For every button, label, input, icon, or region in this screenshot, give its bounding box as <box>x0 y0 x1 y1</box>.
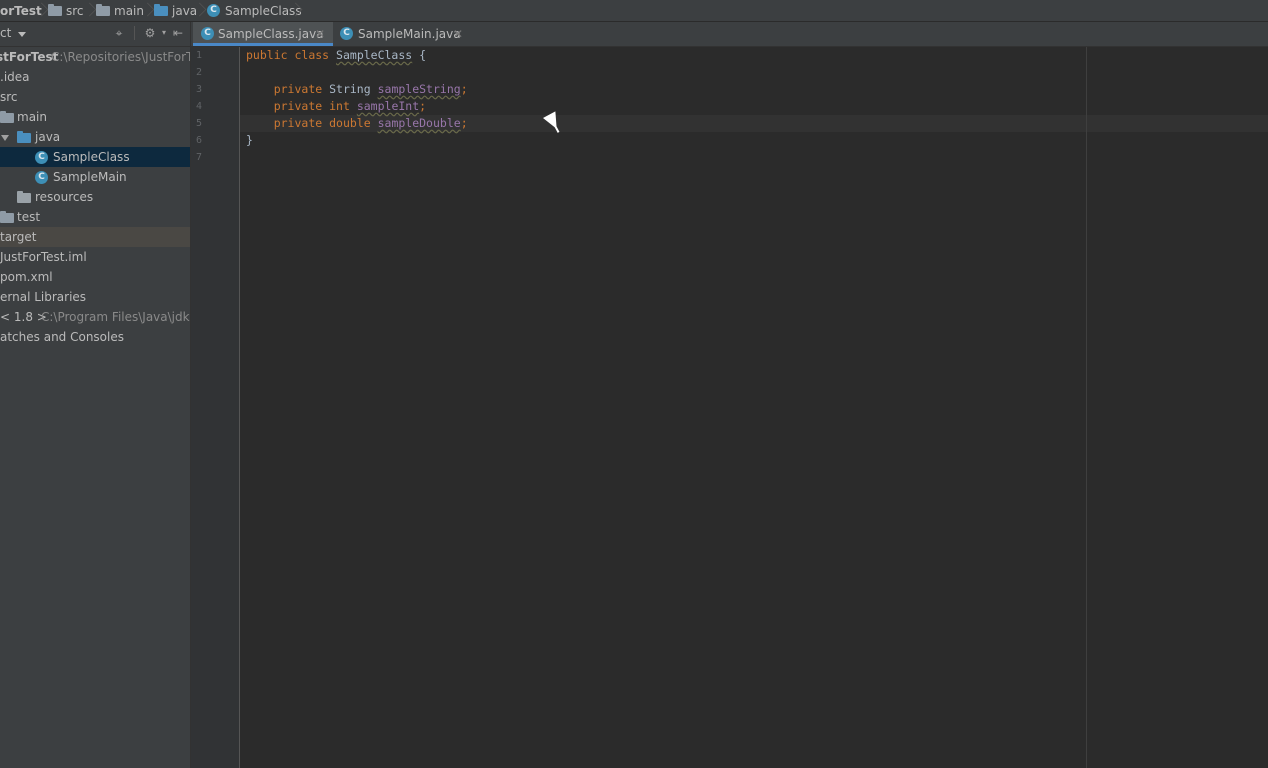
source-folder-icon <box>154 4 168 16</box>
tree-item-external-libraries[interactable]: ernal Libraries <box>0 287 190 307</box>
type-name: int <box>329 99 350 113</box>
tree-item-label: SampleClass <box>53 150 130 164</box>
line-number: 6 <box>196 135 203 146</box>
editor-tabs: C SampleClass.java ✕ C SampleMain.java ✕ <box>191 22 1268 47</box>
tree-item-label: pom.xml <box>0 270 53 284</box>
tab-label: SampleMain.java <box>358 27 461 41</box>
tree-item-scratches[interactable]: atches and Consoles <box>0 327 190 347</box>
breadcrumb-separator-icon <box>196 0 204 21</box>
tree-item-target[interactable]: target <box>0 227 190 247</box>
folder-icon <box>0 211 14 223</box>
folder-icon <box>96 4 110 16</box>
expand-arrow-icon[interactable] <box>1 135 9 141</box>
tree-item-iml[interactable]: JustForTest.iml <box>0 247 190 267</box>
toolbar-divider <box>134 26 135 40</box>
tree-item-samplemain[interactable]: C SampleMain <box>0 167 190 187</box>
keyword: private <box>273 116 323 130</box>
tree-item-project-root[interactable]: stForTest C:\Repositories\JustForTes <box>0 47 190 67</box>
class-icon: C <box>201 27 214 40</box>
tree-item-path: C:\Program Files\Java\jdk1.8 <box>41 310 190 324</box>
project-view-selector[interactable]: ct <box>0 26 11 40</box>
line-number: 1 <box>196 50 203 61</box>
right-margin-guide <box>1086 47 1087 768</box>
tree-item-src[interactable]: src <box>0 87 190 107</box>
tree-item-label: src <box>0 90 18 104</box>
semicolon: ; <box>460 82 468 96</box>
class-icon: C <box>35 151 48 164</box>
field-name: sampleDouble <box>377 116 461 130</box>
tree-item-jdk[interactable]: < 1.8 > C:\Program Files\Java\jdk1.8 <box>0 307 190 327</box>
field-name: sampleInt <box>356 99 420 113</box>
folder-icon <box>0 111 14 123</box>
tree-item-idea[interactable]: .idea <box>0 67 190 87</box>
line-number: 3 <box>196 84 203 95</box>
tree-item-label: atches and Consoles <box>0 330 124 344</box>
keyword: public <box>246 48 288 62</box>
semicolon: ; <box>419 99 427 113</box>
line-number: 4 <box>196 101 203 112</box>
breadcrumb-separator-icon <box>86 0 94 21</box>
breadcrumb-separator-icon <box>292 0 300 21</box>
tree-item-path: C:\Repositories\JustForTes <box>51 50 191 64</box>
tree-item-main[interactable]: main <box>0 107 190 127</box>
tree-item-label: main <box>17 110 47 124</box>
code-line-6[interactable]: } <box>246 132 253 149</box>
breadcrumb-main[interactable]: main <box>114 3 144 19</box>
tab-sampleclass[interactable]: C SampleClass.java ✕ <box>193 22 333 46</box>
class-icon: C <box>35 171 48 184</box>
code-line-4[interactable]: private int sampleInt; <box>246 98 426 115</box>
brace: { <box>419 48 427 62</box>
folder-icon <box>48 4 62 16</box>
source-folder-icon <box>17 131 31 143</box>
scroll-from-source-icon[interactable]: ⌖ <box>111 25 127 41</box>
breadcrumb-separator-icon <box>38 0 46 21</box>
tree-item-java[interactable]: java <box>0 127 190 147</box>
breadcrumb: orTest src main java C SampleClass <box>0 0 1268 22</box>
project-panel: ct ⌖ ⚙ ▾ ⇤ stForTest C:\Repositories\Jus… <box>0 22 191 768</box>
breadcrumb-src[interactable]: src <box>66 3 84 19</box>
tree-item-label: < 1.8 > <box>0 310 47 324</box>
tree-item-sampleclass[interactable]: C SampleClass <box>0 147 190 167</box>
tree-item-label: JustForTest.iml <box>0 250 87 264</box>
line-number: 2 <box>196 67 203 78</box>
keyword: private <box>273 82 323 96</box>
tab-samplemain[interactable]: C SampleMain.java ✕ <box>334 22 469 46</box>
class-icon: C <box>207 4 220 17</box>
code-line-5[interactable]: private double sampleDouble; <box>246 115 468 132</box>
code-editor[interactable]: 1 2 3 4 5 6 7 public class SampleClass {… <box>191 47 1268 768</box>
resources-folder-icon <box>17 191 31 203</box>
chevron-down-icon[interactable] <box>18 32 26 37</box>
breadcrumb-separator-icon <box>144 0 152 21</box>
class-icon: C <box>340 27 353 40</box>
tree-item-test[interactable]: test <box>0 207 190 227</box>
line-number: 7 <box>196 152 203 163</box>
keyword: class <box>294 48 330 62</box>
tab-label: SampleClass.java <box>218 27 324 41</box>
type-name: String <box>329 82 371 96</box>
tree-item-label: SampleMain <box>53 170 127 184</box>
code-line-3[interactable]: private String sampleString; <box>246 81 468 98</box>
class-name: SampleClass <box>336 48 413 62</box>
line-number-gutter: 1 2 3 4 5 6 7 <box>191 47 240 768</box>
tree-item-label: ernal Libraries <box>0 290 87 304</box>
tree-item-resources[interactable]: resources <box>0 187 190 207</box>
tree-item-label: stForTest <box>0 50 59 64</box>
field-name: sampleString <box>377 82 461 96</box>
type-name: double <box>329 116 371 130</box>
keyword: private <box>273 99 323 113</box>
project-panel-header: ct ⌖ ⚙ ▾ ⇤ <box>0 22 190 47</box>
tree-item-pom[interactable]: pom.xml <box>0 267 190 287</box>
close-icon[interactable]: ✕ <box>453 22 463 46</box>
tree-item-label: java <box>35 130 61 144</box>
code-line-1[interactable]: public class SampleClass { <box>246 47 426 64</box>
brace: } <box>246 133 253 147</box>
tree-item-label: test <box>17 210 41 224</box>
line-number: 5 <box>196 118 203 129</box>
tree-item-label: resources <box>35 190 94 204</box>
hide-panel-icon[interactable]: ⇤ <box>170 25 186 41</box>
close-icon[interactable]: ✕ <box>315 22 325 46</box>
semicolon: ; <box>460 116 468 130</box>
tree-item-label: target <box>0 230 37 244</box>
tree-item-label: .idea <box>0 70 30 84</box>
